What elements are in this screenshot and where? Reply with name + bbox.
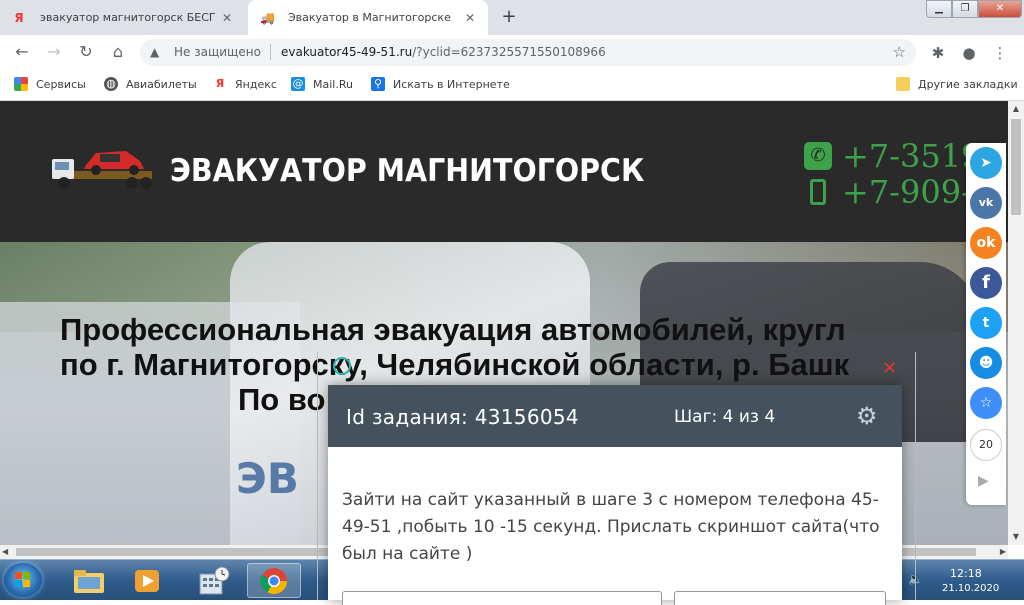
bookmarks-bar: Сервисы ◍ Авиабилеты Я Яндекс @ Mail.Ru … xyxy=(0,69,1024,101)
phone-landline[interactable]: ✆ +7-3519- xyxy=(804,137,992,175)
clock-date[interactable]: 21.10.2020 xyxy=(942,583,999,594)
back-button[interactable]: ← xyxy=(12,42,32,62)
facebook-icon[interactable]: f xyxy=(970,267,1002,299)
tow-truck-icon: 🚚 xyxy=(260,11,275,25)
bookmark-star-icon[interactable]: ☆ xyxy=(893,43,906,61)
apps-grid-icon xyxy=(14,77,28,91)
media-player-icon[interactable] xyxy=(120,563,174,598)
start-button[interactable] xyxy=(4,563,42,597)
warning-icon[interactable]: ▲ xyxy=(150,45,159,59)
tab-evakuator[interactable]: 🚚 Эвакуатор в Магнитогорске ✕ xyxy=(248,0,488,35)
close-icon[interactable]: ✕ xyxy=(219,10,235,26)
clock-time[interactable]: 12:18 xyxy=(950,567,982,580)
yandex-icon: Я xyxy=(215,77,225,90)
folder-icon xyxy=(896,77,910,91)
browser-tabstrip: Я эвакуатор магнитогорск БЕСПЛ ✕ 🚚 Эваку… xyxy=(0,0,1024,35)
explorer-icon[interactable] xyxy=(62,563,116,598)
home-button[interactable]: ⌂ xyxy=(108,42,128,62)
site-title: ЭВАКУАТОР МАГНИТОГОРСК xyxy=(170,153,645,189)
bookmark-label: Mail.Ru xyxy=(313,77,353,91)
bookmark-mailru[interactable]: @ Mail.Ru xyxy=(291,77,353,91)
mobile-phone-icon xyxy=(810,179,826,205)
address-bar[interactable]: ▲ Не защищено evakuator45-49-51.ru/?ycli… xyxy=(140,39,916,66)
hero-truck-lettering: ЭВ xyxy=(236,454,299,503)
minimize-button[interactable]: ▁ xyxy=(926,0,952,18)
task-id-label: Id задания: 43156054 xyxy=(346,405,579,429)
tab-title: Эвакуатор в Магнитогорске xyxy=(288,11,451,24)
security-status[interactable]: Не защищено xyxy=(174,45,261,59)
chrome-icon[interactable] xyxy=(247,563,301,598)
menu-icon[interactable]: ⋮ xyxy=(990,43,1010,63)
gear-icon[interactable]: ⚙ xyxy=(856,402,878,430)
close-window-button[interactable]: ✕ xyxy=(978,0,1022,18)
close-icon[interactable]: ✕ xyxy=(462,10,478,26)
scroll-down-icon[interactable]: ▼ xyxy=(1008,529,1024,545)
panel-collapse-icon[interactable]: ▶ xyxy=(978,473,989,489)
extensions-icon[interactable]: ✱ xyxy=(928,43,948,63)
divider xyxy=(270,44,271,60)
search-icon: ⚲ xyxy=(371,77,385,91)
odnoklassniki-icon[interactable]: ok xyxy=(970,227,1002,259)
vk-icon[interactable]: vk xyxy=(970,187,1002,219)
yandex-icon: Я xyxy=(14,11,24,25)
modal-button-left[interactable] xyxy=(342,591,662,605)
restore-button[interactable]: ❐ xyxy=(952,0,978,18)
bookmark-label: Авиабилеты xyxy=(126,77,197,91)
scroll-right-icon[interactable]: ▶ xyxy=(1000,545,1006,559)
url-domain: evakuator45-49-51.ru xyxy=(281,45,413,59)
windows-logo-icon xyxy=(15,572,31,588)
bookmark-label: Яндекс xyxy=(235,77,277,91)
tab-title: эвакуатор магнитогорск БЕСПЛ xyxy=(40,11,215,24)
vertical-scrollbar[interactable]: ▲ ▼ xyxy=(1008,101,1024,545)
moimir-icon[interactable]: ☻ xyxy=(970,347,1002,379)
scroll-thumb[interactable] xyxy=(1011,119,1021,215)
other-bookmarks-label: Другие закладки xyxy=(918,77,1018,91)
social-share-panel: ➤ vk ok f t ☻ ☆ 20 ▶ xyxy=(966,143,1006,505)
forward-button[interactable]: → xyxy=(44,42,64,62)
hero-line-1: Профессиональная эвакуация автомобилей, … xyxy=(60,312,846,347)
bookmark-yandex[interactable]: Я Яндекс xyxy=(213,77,277,91)
twitter-icon[interactable]: t xyxy=(970,307,1002,339)
profile-icon[interactable]: ● xyxy=(959,43,979,63)
bookmark-label: Сервисы xyxy=(36,77,86,91)
bookmark-services[interactable]: Сервисы xyxy=(14,77,86,91)
scroll-up-icon[interactable]: ▲ xyxy=(1008,101,1024,117)
share-count: 20 xyxy=(970,429,1002,461)
system-tray: 🔈 12:18 21.10.2020 xyxy=(904,560,1024,601)
bookmark-search[interactable]: ⚲ Искать в Интернете xyxy=(371,77,510,91)
step-indicator: Шаг: 4 из 4 xyxy=(674,407,776,427)
task-modal: Id задания: 43156054 Шаг: 4 из 4 ⚙ Зайти… xyxy=(317,352,916,605)
telegram-icon[interactable]: ➤ xyxy=(970,147,1002,179)
site-header: ЭВАКУАТОР МАГНИТОГОРСК ✆ +7-3519- +7-909… xyxy=(0,101,1008,242)
new-tab-button[interactable]: + xyxy=(498,6,520,28)
reload-button[interactable]: ↻ xyxy=(76,42,96,62)
bookmark-label: Искать в Интернете xyxy=(393,77,510,91)
globe-icon: ◍ xyxy=(104,77,118,91)
calculator-clock-icon[interactable] xyxy=(187,563,241,598)
mailru-icon: @ xyxy=(291,77,305,91)
scroll-left-icon[interactable]: ◀ xyxy=(2,545,8,559)
tow-truck-logo-icon xyxy=(52,151,152,189)
task-instructions: Зайти на сайт указанный в шаге 3 с номер… xyxy=(342,490,880,564)
phone-icon: ✆ xyxy=(804,142,832,170)
url-path: /?yclid=6237325571550108966 xyxy=(412,45,606,59)
bookmark-aviabilety[interactable]: ◍ Авиабилеты xyxy=(104,77,197,91)
bookmark-icon[interactable]: ☆ xyxy=(970,387,1002,419)
modal-button-right[interactable] xyxy=(674,591,886,605)
task-modal-header: Id задания: 43156054 Шаг: 4 из 4 ⚙ xyxy=(328,385,902,447)
other-bookmarks[interactable]: Другие закладки xyxy=(896,77,1018,91)
url-text[interactable]: evakuator45-49-51.ru/?yclid=623732557155… xyxy=(281,45,606,59)
task-modal-dialog: Id задания: 43156054 Шаг: 4 из 4 ⚙ Зайти… xyxy=(328,385,902,605)
phone-mobile[interactable]: +7-909-0 xyxy=(804,173,992,211)
tab-yandex-search[interactable]: Я эвакуатор магнитогорск БЕСПЛ ✕ xyxy=(0,0,245,35)
